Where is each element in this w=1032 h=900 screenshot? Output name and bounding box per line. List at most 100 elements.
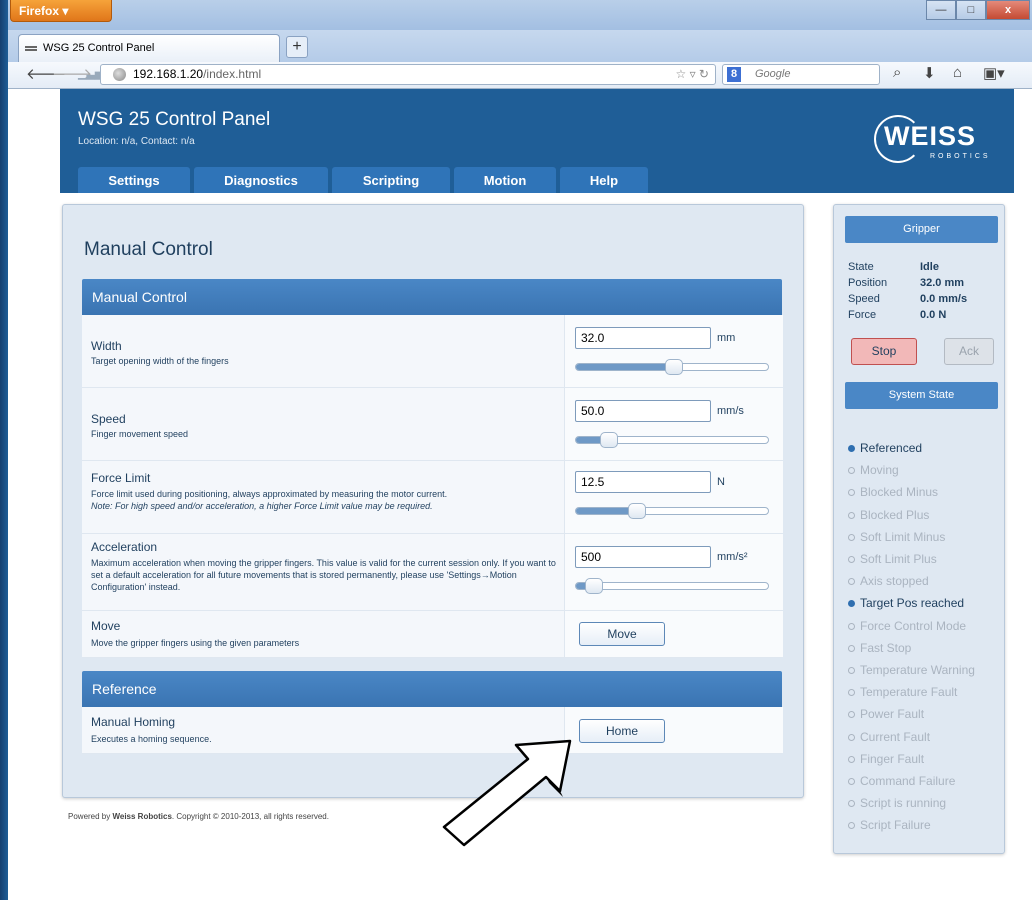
state-flag: Script Failure	[848, 818, 931, 832]
homing-controls: Home	[564, 707, 783, 753]
speed-input[interactable]: 50.0	[575, 400, 711, 422]
force-slider[interactable]	[575, 503, 769, 519]
homing-row: Manual Homing Executes a homing sequence…	[82, 707, 783, 754]
search-icon[interactable]: ⌕	[893, 64, 901, 81]
maximize-button[interactable]: □	[956, 0, 986, 20]
status-dot-icon	[848, 689, 855, 697]
window-frame	[0, 0, 8, 900]
search-placeholder: Google	[755, 68, 791, 80]
tab-diagnostics[interactable]: Diagnostics	[194, 167, 328, 193]
site-header: WSG 25 Control Panel Location: n/a, Cont…	[60, 89, 1014, 193]
speed-desc: Finger movement speed	[91, 429, 189, 439]
tab-help[interactable]: Help	[560, 167, 648, 193]
tab-strip: WSG 25 Control Panel +	[8, 30, 1032, 62]
site-title: WSG 25 Control Panel	[78, 109, 271, 130]
url-bar[interactable]: 192.168.1.20/index.html ☆ ▿ ↻	[100, 64, 716, 85]
force-slider-handle[interactable]	[628, 503, 646, 519]
status-dot-icon	[848, 600, 855, 608]
globe-icon	[113, 68, 126, 81]
state-flag-label: Blocked Plus	[860, 507, 930, 522]
speed-slider-handle[interactable]	[600, 432, 618, 448]
home-icon[interactable]: ⌂	[953, 64, 962, 81]
state-flag: Power Fault	[848, 707, 924, 721]
state-flag: Temperature Warning	[848, 663, 975, 677]
google-icon[interactable]: 8	[727, 67, 741, 82]
browser-tab[interactable]: WSG 25 Control Panel	[18, 34, 280, 62]
ack-button[interactable]: Ack	[944, 338, 994, 365]
addons-icon[interactable]: ▣▾	[983, 64, 1005, 82]
width-slider-handle[interactable]	[665, 359, 683, 375]
close-button[interactable]: x	[986, 0, 1030, 20]
speed-controls: 50.0 mm/s	[564, 388, 783, 460]
firefox-menu-button[interactable]: Firefox ▾	[10, 0, 112, 22]
title-bar: Firefox ▾ — □ x	[8, 0, 1032, 30]
move-desc: Move the gripper fingers using the given…	[91, 638, 300, 648]
state-flag-label: Current Fault	[860, 729, 931, 744]
url-host: 192.168.1.20	[133, 67, 204, 81]
state-flag: Soft Limit Minus	[848, 530, 945, 544]
new-tab-button[interactable]: +	[286, 36, 308, 58]
weiss-logo: WEISS ROBOTICS	[874, 115, 992, 165]
minimize-button[interactable]: —	[926, 0, 956, 20]
gripper-status-value: 0.0 N	[920, 309, 947, 321]
logo-subtext: ROBOTICS	[930, 153, 991, 160]
state-flag-label: Axis stopped	[860, 574, 929, 589]
status-dot-icon	[848, 733, 855, 741]
state-flag: Command Failure	[848, 774, 955, 788]
page-title: Manual Control	[84, 239, 213, 260]
state-flag-label: Command Failure	[860, 774, 956, 788]
search-bar[interactable]: 8 Google	[722, 64, 880, 85]
manual-control-panel: Manual Control Manual Control Width Targ…	[62, 204, 804, 798]
home-button[interactable]: Home	[579, 719, 665, 743]
tab-motion[interactable]: Motion	[454, 167, 556, 193]
status-dot-icon	[848, 578, 855, 586]
speed-slider[interactable]	[575, 432, 769, 448]
state-flag: Target Pos reached	[848, 596, 964, 610]
state-flag-label: Fast Stop	[860, 640, 912, 655]
url-path: /index.html	[203, 67, 262, 81]
width-slider-fill	[576, 364, 674, 370]
acceleration-input[interactable]: 500	[575, 546, 711, 568]
force-input[interactable]: 12.5	[575, 471, 711, 493]
tab-title: WSG 25 Control Panel	[43, 42, 155, 54]
homing-label: Manual Homing	[91, 715, 176, 729]
width-desc: Target opening width of the fingers	[91, 356, 229, 366]
move-controls: Move	[564, 611, 783, 657]
state-flag-label: Force Control Mode	[860, 618, 967, 633]
force-note: Note: For high speed and/or acceleration…	[91, 501, 433, 511]
move-button[interactable]: Move	[579, 622, 665, 646]
width-label: Width	[91, 339, 122, 353]
footer: Powered by Weiss Robotics. Copyright © 2…	[68, 812, 329, 821]
stop-button[interactable]: Stop	[851, 338, 917, 365]
section-header-manual: Manual Control	[82, 279, 782, 315]
status-dot-icon	[848, 822, 855, 830]
state-flag-label: Finger Fault	[860, 751, 925, 766]
bookmark-star-icon[interactable]: ☆ ▿ ↻	[675, 65, 709, 84]
state-flag: Axis stopped	[848, 574, 929, 588]
status-dot-icon	[848, 445, 855, 452]
acceleration-row: Acceleration Maximum acceleration when m…	[82, 534, 783, 611]
width-input[interactable]: 32.0	[575, 327, 711, 349]
status-dot-icon	[848, 533, 855, 541]
force-desc: Force limit used during positioning, alw…	[91, 488, 563, 512]
width-slider[interactable]	[575, 359, 769, 375]
state-flag: Blocked Minus	[848, 485, 938, 499]
annotation-arrow-icon	[442, 739, 572, 847]
state-flag-label: Script is running	[860, 796, 947, 811]
footer-brand-link[interactable]: Weiss Robotics	[112, 812, 171, 821]
acceleration-slider[interactable]	[575, 578, 769, 594]
state-flag: Blocked Plus	[848, 508, 929, 522]
state-flag-label: Target Pos reached	[860, 596, 965, 611]
tab-settings[interactable]: Settings	[78, 167, 190, 193]
state-flag: Referenced	[848, 441, 922, 455]
move-row: Move Move the gripper fingers using the …	[82, 611, 783, 658]
force-controls: 12.5 N	[564, 461, 783, 533]
force-row: Force Limit Force limit used during posi…	[82, 461, 783, 534]
download-icon[interactable]: ⬇	[923, 64, 936, 82]
state-flag-label: Script Failure	[860, 818, 931, 833]
tab-scripting[interactable]: Scripting	[332, 167, 450, 193]
acceleration-slider-handle[interactable]	[585, 578, 603, 594]
move-label: Move	[91, 619, 121, 633]
state-flag-label: Soft Limit Plus	[860, 552, 937, 566]
system-state-header: System State	[845, 382, 998, 409]
